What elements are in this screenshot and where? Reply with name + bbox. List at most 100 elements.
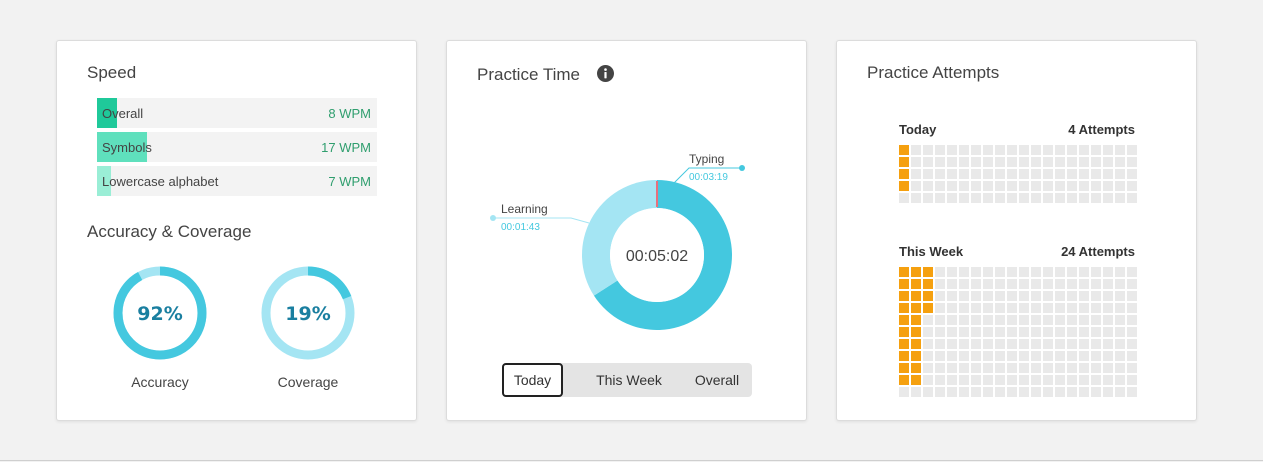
time-range-toggle: Today This Week Overall bbox=[502, 363, 752, 397]
tab-this-week[interactable]: This Week bbox=[584, 363, 674, 397]
attempt-cell bbox=[1103, 169, 1113, 179]
attempt-cell bbox=[899, 315, 909, 325]
attempt-cell bbox=[959, 363, 969, 373]
attempt-cell bbox=[1019, 387, 1029, 397]
attempt-cell bbox=[1043, 169, 1053, 179]
speed-title: Speed bbox=[87, 63, 137, 82]
attempt-cell bbox=[935, 351, 945, 361]
attempt-cell bbox=[1055, 193, 1065, 203]
attempt-cell bbox=[1019, 157, 1029, 167]
attempt-cell bbox=[995, 363, 1005, 373]
attempt-cell bbox=[1091, 169, 1101, 179]
attempt-cell bbox=[935, 157, 945, 167]
tab-overall[interactable]: Overall bbox=[682, 363, 752, 397]
attempt-cell bbox=[935, 315, 945, 325]
attempt-cell bbox=[1067, 339, 1077, 349]
attempt-cell bbox=[983, 375, 993, 385]
attempt-cell bbox=[1091, 387, 1101, 397]
attempt-cell bbox=[1031, 157, 1041, 167]
attempt-cell bbox=[947, 327, 957, 337]
attempt-cell bbox=[1067, 327, 1077, 337]
attempt-cell bbox=[1019, 193, 1029, 203]
learning-label: Learning bbox=[501, 202, 548, 216]
attempt-cell bbox=[1019, 169, 1029, 179]
attempt-cell bbox=[1079, 145, 1089, 155]
attempt-cell bbox=[995, 303, 1005, 313]
attempt-cell bbox=[1067, 315, 1077, 325]
attempt-cell bbox=[923, 387, 933, 397]
attempt-cell bbox=[971, 193, 981, 203]
attempt-cell bbox=[1091, 303, 1101, 313]
attempt-cell bbox=[959, 315, 969, 325]
attempt-cell bbox=[923, 169, 933, 179]
attempt-cell bbox=[911, 279, 921, 289]
attempt-cell bbox=[1019, 291, 1029, 301]
attempt-cell bbox=[1127, 387, 1137, 397]
practice-time-card: Practice Time 00:05:02 Typing 00:03:19 L… bbox=[446, 40, 807, 421]
attempt-cell bbox=[1007, 169, 1017, 179]
tab-today[interactable]: Today bbox=[502, 363, 563, 397]
attempt-cell bbox=[1067, 193, 1077, 203]
attempt-cell bbox=[1043, 363, 1053, 373]
attempt-cell bbox=[935, 193, 945, 203]
attempt-cell bbox=[899, 351, 909, 361]
attempt-cell bbox=[1067, 351, 1077, 361]
attempt-cell bbox=[983, 157, 993, 167]
attempt-cell bbox=[1115, 145, 1125, 155]
attempt-cell bbox=[911, 327, 921, 337]
attempt-cell bbox=[971, 387, 981, 397]
attempt-cell bbox=[1103, 157, 1113, 167]
week-attempts-grid bbox=[899, 267, 1137, 397]
attempt-cell bbox=[1103, 363, 1113, 373]
attempt-cell bbox=[1055, 375, 1065, 385]
attempt-cell bbox=[1079, 351, 1089, 361]
attempt-cell bbox=[1115, 181, 1125, 191]
attempt-cell bbox=[1079, 387, 1089, 397]
attempt-cell bbox=[1103, 315, 1113, 325]
attempt-cell bbox=[1067, 145, 1077, 155]
attempt-cell bbox=[983, 315, 993, 325]
attempt-cell bbox=[1019, 375, 1029, 385]
attempt-cell bbox=[1007, 351, 1017, 361]
attempt-cell bbox=[1055, 279, 1065, 289]
attempt-cell bbox=[935, 145, 945, 155]
attempt-cell bbox=[983, 267, 993, 277]
attempt-cell bbox=[935, 169, 945, 179]
attempt-cell bbox=[1055, 169, 1065, 179]
attempt-cell bbox=[1007, 363, 1017, 373]
attempt-cell bbox=[1019, 351, 1029, 361]
attempt-cell bbox=[1031, 193, 1041, 203]
speed-row-lowercase: Lowercase alphabet 7 WPM bbox=[97, 166, 377, 196]
attempt-cell bbox=[1103, 387, 1113, 397]
attempt-cell bbox=[1115, 267, 1125, 277]
attempt-cell bbox=[971, 327, 981, 337]
attempt-cell bbox=[1007, 181, 1017, 191]
attempt-cell bbox=[1103, 303, 1113, 313]
attempt-cell bbox=[935, 303, 945, 313]
attempt-cell bbox=[1127, 363, 1137, 373]
attempt-cell bbox=[1127, 145, 1137, 155]
attempt-cell bbox=[1019, 181, 1029, 191]
attempt-cell bbox=[1019, 303, 1029, 313]
attempt-cell bbox=[1043, 145, 1053, 155]
attempt-cell bbox=[1127, 339, 1137, 349]
speed-row-label: Overall bbox=[102, 106, 144, 121]
attempt-cell bbox=[947, 387, 957, 397]
attempt-cell bbox=[1091, 327, 1101, 337]
coverage-label: Coverage bbox=[277, 374, 339, 390]
info-icon[interactable] bbox=[597, 65, 614, 82]
attempt-cell bbox=[983, 279, 993, 289]
attempt-cell bbox=[1007, 327, 1017, 337]
attempt-cell bbox=[1115, 315, 1125, 325]
attempt-cell bbox=[959, 267, 969, 277]
attempt-cell bbox=[1091, 375, 1101, 385]
attempt-cell bbox=[995, 279, 1005, 289]
speed-card: Speed Overall 8 WPM Symbols 17 WPM Lower… bbox=[56, 40, 417, 421]
attempt-cell bbox=[911, 181, 921, 191]
attempt-cell bbox=[911, 375, 921, 385]
attempt-cell bbox=[983, 339, 993, 349]
attempt-cell bbox=[983, 181, 993, 191]
attempt-cell bbox=[947, 145, 957, 155]
attempt-cell bbox=[1091, 339, 1101, 349]
attempt-cell bbox=[959, 387, 969, 397]
